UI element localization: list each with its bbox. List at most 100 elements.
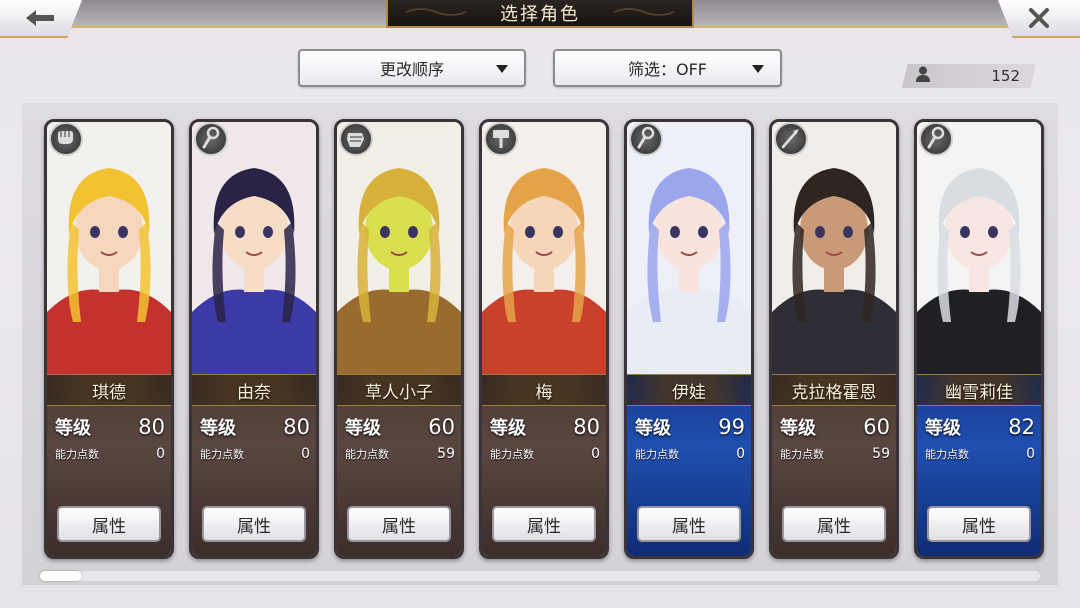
ability-points-label: 能力点数 [345, 448, 389, 461]
chevron-down-icon [752, 65, 764, 73]
level-label: 等级 [925, 418, 961, 439]
character-portrait[interactable] [917, 122, 1041, 374]
horizontal-scrollbar[interactable] [40, 571, 1040, 581]
ability-points-value: 0 [301, 446, 310, 462]
back-button[interactable] [0, 0, 82, 38]
roster-count-value: 152 [991, 67, 1020, 85]
character-name-plate: 克拉格霍恩 [772, 374, 896, 406]
character-name-plate: 草人小子 [337, 374, 461, 406]
attributes-button[interactable]: 属性 [347, 506, 451, 542]
level-row: 等级 80 [200, 414, 310, 440]
character-card[interactable]: 草人小子等级 60 能力点数 59 属性 [334, 119, 464, 559]
ability-points-value: 0 [736, 446, 745, 462]
character-portrait[interactable] [772, 122, 896, 374]
level-row: 等级 99 [635, 414, 745, 440]
level-row: 等级 80 [490, 414, 600, 440]
arrow-left-icon [24, 8, 58, 28]
ability-points-value: 59 [437, 446, 455, 462]
ability-points-row: 能力点数 0 [200, 446, 310, 462]
ability-points-label: 能力点数 [780, 448, 824, 461]
attributes-button[interactable]: 属性 [782, 506, 886, 542]
level-value: 80 [573, 415, 600, 439]
character-card[interactable]: 克拉格霍恩等级 60 能力点数 59 属性 [769, 119, 899, 559]
attributes-button-label: 属性 [527, 516, 561, 537]
character-portrait[interactable] [482, 122, 606, 374]
character-name: 幽雪莉佳 [945, 382, 1013, 403]
character-name-plate: 梅 [482, 374, 606, 406]
level-value: 80 [283, 415, 310, 439]
character-card[interactable]: 由奈等级 80 能力点数 0 属性 [189, 119, 319, 559]
attributes-button[interactable]: 属性 [637, 506, 741, 542]
filter-label: 筛选：OFF [627, 60, 707, 79]
ability-points-row: 能力点数 0 [490, 446, 600, 462]
ability-points-value: 0 [1026, 446, 1035, 462]
ability-points-label: 能力点数 [635, 448, 679, 461]
character-portrait[interactable] [627, 122, 751, 374]
character-portrait[interactable] [47, 122, 171, 374]
ability-points-label: 能力点数 [925, 448, 969, 461]
gauntlet-icon [339, 122, 373, 156]
level-label: 等级 [780, 418, 816, 439]
attributes-button-label: 属性 [672, 516, 706, 537]
close-icon [1027, 6, 1051, 30]
character-card[interactable]: 伊娃等级 99 能力点数 0 属性 [624, 119, 754, 559]
level-value: 99 [718, 415, 745, 439]
roster-count: 152 [902, 64, 1036, 88]
level-row: 等级 60 [780, 414, 890, 440]
ability-points-row: 能力点数 59 [780, 446, 890, 462]
scrollbar-thumb[interactable] [40, 571, 82, 581]
title-plate: 选择角色 [386, 0, 694, 28]
attributes-button-label: 属性 [237, 516, 271, 537]
ability-points-value: 0 [591, 446, 600, 462]
character-name: 克拉格霍恩 [791, 382, 877, 403]
staff-icon [919, 122, 953, 156]
character-card[interactable]: 梅等级 80 能力点数 0 属性 [479, 119, 609, 559]
spear-icon [774, 122, 808, 156]
attributes-button-label: 属性 [817, 516, 851, 537]
fist-icon [49, 122, 83, 156]
staff-icon [194, 122, 228, 156]
character-name-plate: 伊娃 [627, 374, 751, 406]
attributes-button[interactable]: 属性 [202, 506, 306, 542]
level-value: 60 [428, 415, 455, 439]
level-label: 等级 [200, 418, 236, 439]
ornament-left [406, 8, 466, 16]
attributes-button-label: 属性 [382, 516, 416, 537]
person-icon [916, 66, 930, 86]
ornament-right [614, 8, 674, 16]
character-name: 琪德 [92, 382, 126, 403]
character-card[interactable]: 幽雪莉佳等级 82 能力点数 0 属性 [914, 119, 1044, 559]
level-label: 等级 [490, 418, 526, 439]
level-row: 等级 80 [55, 414, 165, 440]
level-label: 等级 [55, 418, 91, 439]
level-label: 等级 [635, 418, 671, 439]
close-button[interactable] [998, 0, 1080, 38]
level-value: 82 [1008, 415, 1035, 439]
ability-points-row: 能力点数 0 [635, 446, 745, 462]
page-title: 选择角色 [500, 4, 580, 25]
attributes-button-label: 属性 [92, 516, 126, 537]
level-value: 60 [863, 415, 890, 439]
filter-dropdown[interactable]: 筛选：OFF [553, 49, 782, 87]
character-name-plate: 幽雪莉佳 [917, 374, 1041, 406]
character-card[interactable]: 琪德 等级 80 能力点数 0 属性 [44, 119, 174, 559]
character-portrait[interactable] [192, 122, 316, 374]
level-row: 等级 60 [345, 414, 455, 440]
hammer-icon [484, 122, 518, 156]
attributes-button[interactable]: 属性 [57, 506, 161, 542]
attributes-button-label: 属性 [962, 516, 996, 537]
ability-points-value: 59 [872, 446, 890, 462]
level-label: 等级 [345, 418, 381, 439]
character-name: 草人小子 [365, 382, 433, 403]
ability-points-label: 能力点数 [200, 448, 244, 461]
ability-points-label: 能力点数 [490, 448, 534, 461]
level-value: 80 [138, 415, 165, 439]
character-name-plate: 琪德 [47, 374, 171, 406]
attributes-button[interactable]: 属性 [492, 506, 596, 542]
character-name-plate: 由奈 [192, 374, 316, 406]
character-portrait[interactable] [337, 122, 461, 374]
attributes-button[interactable]: 属性 [927, 506, 1031, 542]
sort-order-dropdown[interactable]: 更改顺序 [298, 49, 526, 87]
level-row: 等级 82 [925, 414, 1035, 440]
staff-icon [629, 122, 663, 156]
